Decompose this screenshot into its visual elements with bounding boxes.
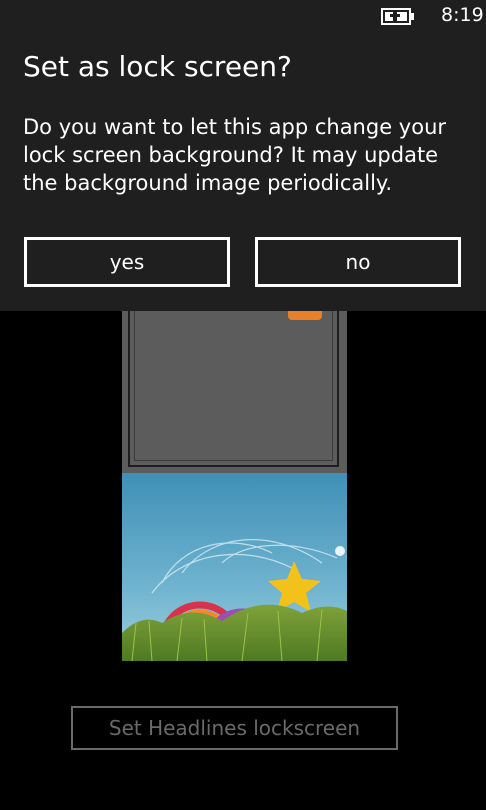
dialog-message: Do you want to let this app change your … — [23, 115, 447, 195]
no-button[interactable]: no — [255, 237, 461, 287]
dialog-title: Set as lock screen? — [23, 50, 292, 83]
preview-frame — [128, 311, 339, 467]
yes-button[interactable]: yes — [24, 237, 230, 287]
preview-wallpaper-image — [122, 473, 347, 661]
preview-top-panel — [122, 311, 347, 473]
lockscreen-preview — [122, 311, 347, 661]
set-headlines-lockscreen-button[interactable]: Set Headlines lockscreen — [71, 706, 398, 750]
preview-orange-tab — [288, 311, 322, 320]
clock: 8:19 — [441, 4, 484, 26]
battery-charging-icon — [381, 8, 415, 25]
status-bar: 8:19 — [0, 0, 486, 32]
lock-screen-dialog: Set as lock screen? Do you want to let t… — [0, 0, 486, 311]
